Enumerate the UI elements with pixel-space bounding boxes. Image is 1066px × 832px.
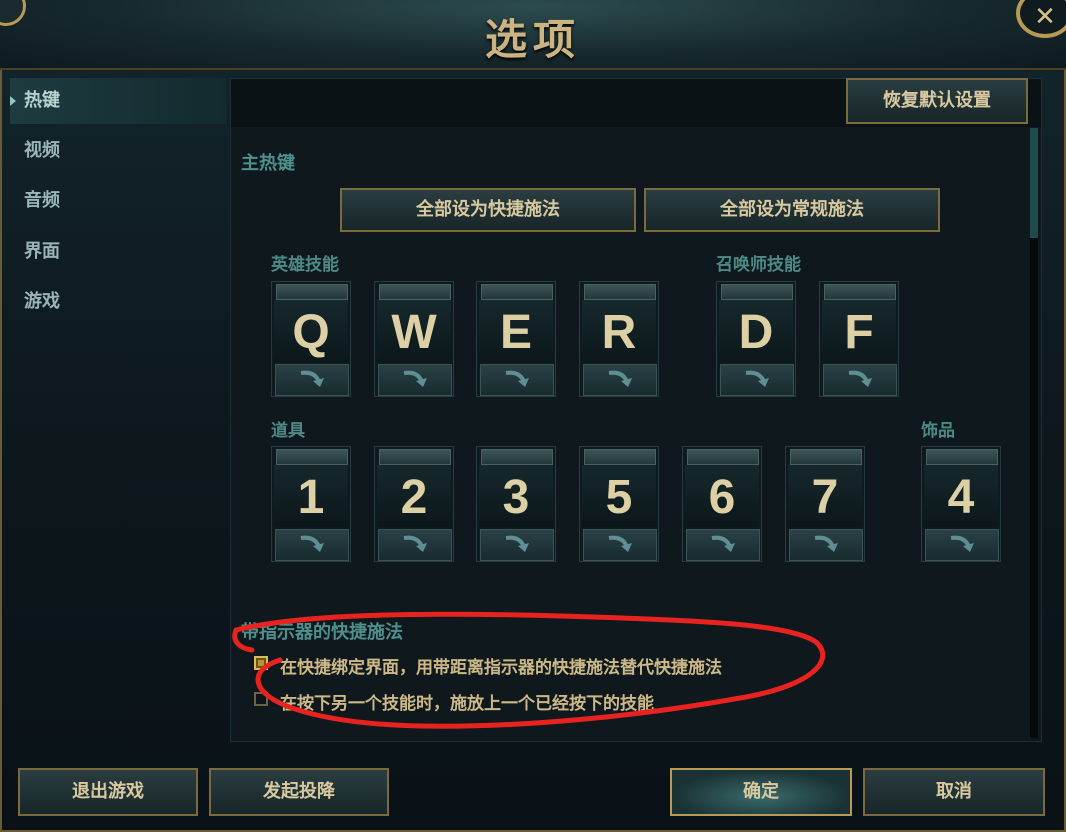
key-top-bar [721, 284, 793, 300]
panel-scrollbar[interactable] [1030, 128, 1038, 738]
quickcast-toggle[interactable] [480, 529, 554, 561]
quickcast-toggle[interactable] [686, 529, 760, 561]
curved-arrow-icon [848, 370, 872, 387]
champion-abilities-label: 英雄技能 [271, 255, 339, 275]
hotkey-slot-trinket-4[interactable]: 4 [921, 446, 1001, 562]
sidebar-item-video[interactable]: 视频 [10, 128, 226, 174]
key-top-bar [481, 449, 553, 465]
trinket-label: 饰品 [921, 421, 955, 441]
quickcast-toggle[interactable] [275, 529, 349, 561]
hotkey-slot-item-2[interactable]: 2 [374, 446, 454, 562]
curved-arrow-icon [505, 535, 529, 552]
key-label: 5 [582, 465, 656, 527]
section-title-quickcast-indicator: 带指示器的快捷施法 [241, 622, 403, 643]
set-all-normalcast-button[interactable]: 全部设为常规施法 [644, 188, 940, 232]
key-top-bar [824, 284, 896, 300]
title-bar: 选项 [0, 0, 1066, 70]
option-label: 在快捷绑定界面，用带距离指示器的快捷施法替代快捷施法 [280, 658, 722, 678]
hotkey-slot-e[interactable]: E [476, 281, 556, 397]
hotkey-slot-item-3[interactable]: 3 [476, 446, 556, 562]
summoner-spells-label: 召唤师技能 [716, 255, 801, 275]
key-label: R [582, 300, 656, 362]
hotkey-slot-item-6[interactable]: 6 [682, 446, 762, 562]
items-label: 道具 [271, 421, 305, 441]
curved-arrow-icon [711, 535, 735, 552]
quickcast-toggle[interactable] [823, 364, 897, 396]
quickcast-toggle[interactable] [583, 529, 657, 561]
key-label: F [822, 300, 896, 362]
hotkey-slot-item-7[interactable]: 7 [785, 446, 865, 562]
quickcast-toggle[interactable] [925, 529, 999, 561]
key-top-bar [481, 284, 553, 300]
checkbox-unchecked[interactable] [254, 692, 268, 706]
curved-arrow-icon [403, 535, 427, 552]
exit-game-button[interactable]: 退出游戏 [18, 768, 198, 816]
section-title-main-hotkeys: 主热键 [241, 153, 295, 174]
key-label: 3 [479, 465, 553, 527]
checkbox-checked[interactable] [254, 656, 268, 670]
quickcast-toggle[interactable] [378, 529, 452, 561]
key-label: Q [274, 300, 348, 362]
scrollbar-thumb[interactable] [1030, 128, 1038, 238]
hotkey-slot-w[interactable]: W [374, 281, 454, 397]
hotkey-slot-item-1[interactable]: 1 [271, 446, 351, 562]
curved-arrow-icon [608, 535, 632, 552]
key-top-bar [687, 449, 759, 465]
sidebar-item-hotkeys[interactable]: 热键 [10, 78, 226, 124]
quickcast-toggle[interactable] [480, 364, 554, 396]
key-label: 4 [924, 465, 998, 527]
key-label: 2 [377, 465, 451, 527]
key-top-bar [926, 449, 998, 465]
confirm-button[interactable]: 确定 [670, 768, 852, 816]
sidebar-item-audio[interactable]: 音频 [10, 178, 226, 224]
curved-arrow-icon [814, 535, 838, 552]
key-top-bar [379, 284, 451, 300]
key-top-bar [276, 449, 348, 465]
quickcast-toggle[interactable] [275, 364, 349, 396]
hotkey-slot-item-5[interactable]: 5 [579, 446, 659, 562]
key-top-bar [790, 449, 862, 465]
key-label: 6 [685, 465, 759, 527]
curved-arrow-icon [300, 370, 324, 387]
hotkey-slot-d[interactable]: D [716, 281, 796, 397]
quickcast-toggle[interactable] [378, 364, 452, 396]
curved-arrow-icon [505, 370, 529, 387]
quickcast-toggle[interactable] [583, 364, 657, 396]
key-label: E [479, 300, 553, 362]
key-label: 1 [274, 465, 348, 527]
sidebar-item-interface[interactable]: 界面 [10, 229, 226, 275]
key-label: 7 [788, 465, 862, 527]
key-top-bar [276, 284, 348, 300]
hotkey-slot-r[interactable]: R [579, 281, 659, 397]
sidebar-item-game[interactable]: 游戏 [10, 279, 226, 325]
key-top-bar [584, 449, 656, 465]
window-title: 选项 [484, 15, 581, 64]
surrender-button[interactable]: 发起投降 [209, 768, 389, 816]
curved-arrow-icon [608, 370, 632, 387]
cancel-button[interactable]: 取消 [863, 768, 1045, 816]
quickcast-toggle[interactable] [789, 529, 863, 561]
set-all-quickcast-button[interactable]: 全部设为快捷施法 [340, 188, 636, 232]
restore-defaults-button[interactable]: 恢复默认设置 [846, 78, 1028, 124]
key-label: W [377, 300, 451, 362]
key-top-bar [379, 449, 451, 465]
quickcast-toggle[interactable] [720, 364, 794, 396]
key-top-bar [584, 284, 656, 300]
curved-arrow-icon [300, 535, 324, 552]
key-label: D [719, 300, 793, 362]
curved-arrow-icon [950, 535, 974, 552]
curved-arrow-icon [403, 370, 427, 387]
curved-arrow-icon [745, 370, 769, 387]
hotkey-slot-f[interactable]: F [819, 281, 899, 397]
sidebar-nav: 热键 视频 音频 界面 游戏 [10, 78, 226, 748]
hotkey-slot-q[interactable]: Q [271, 281, 351, 397]
option-label: 在按下另一个技能时，施放上一个已经按下的技能 [280, 694, 654, 714]
